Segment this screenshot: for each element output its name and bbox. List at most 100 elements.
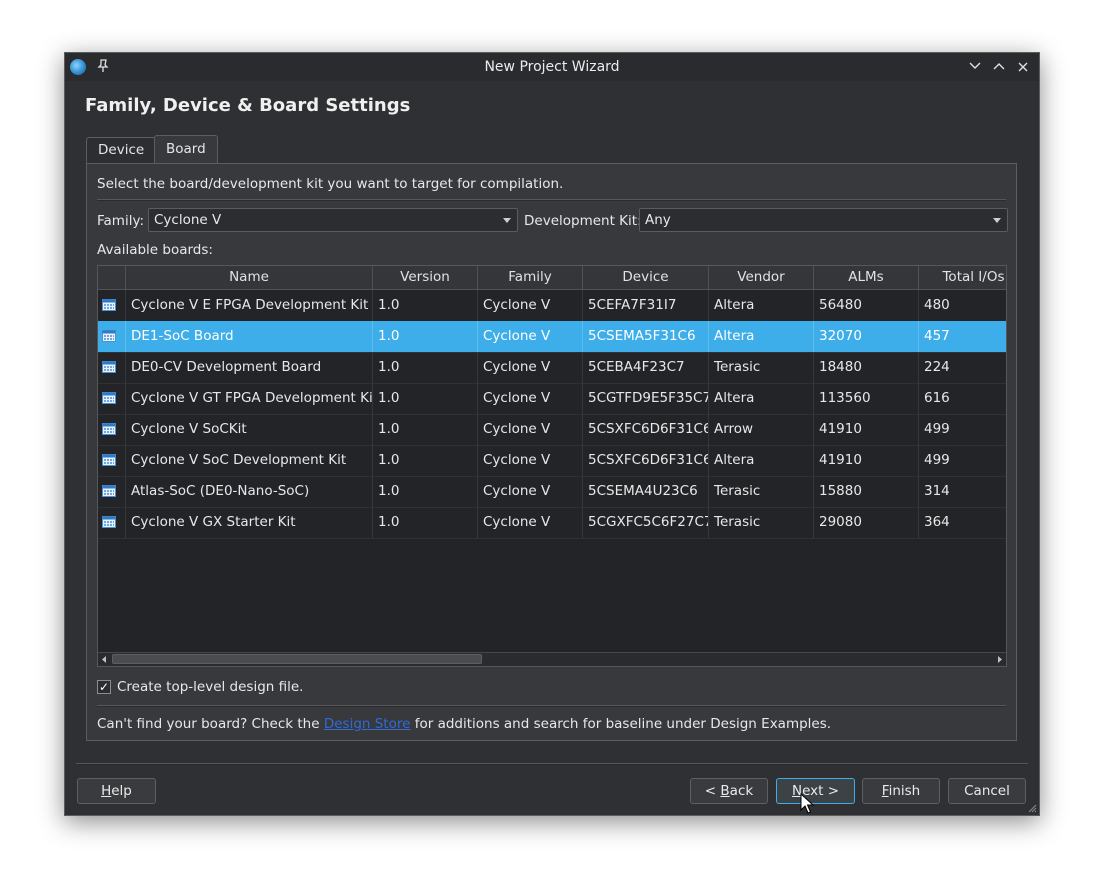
devkit-dropdown-value: Any [645,212,671,228]
page-title: Family, Device & Board Settings [85,95,411,116]
cell-family: Cyclone V [478,476,583,507]
board-help-prefix: Can't find your board? Check the [97,716,324,732]
cell-name: DE0-CV Development Board [126,352,373,383]
available-boards-label: Available boards: [97,242,213,258]
board-row-icon-cell [98,352,126,383]
tab-device[interactable]: Device [86,137,157,163]
board-row-icon [102,454,116,466]
table-header: Name Version Family Device Vendor ALMs T… [98,266,1006,290]
dropdown-arrow-icon [503,218,511,223]
cell-alms: 18480 [814,352,919,383]
scroll-left-icon[interactable] [98,653,111,666]
table-row[interactable]: Cyclone V GT FPGA Development Kit 1.0 Cycl… [98,383,1006,415]
cell-device: 5CEBA4F23C7 [583,352,709,383]
cell-family: Cyclone V [478,445,583,476]
board-row-icon [102,423,116,435]
cell-family: Cyclone V [478,352,583,383]
create-toplevel-label[interactable]: Create top-level design file. [117,679,303,695]
instruction-text: Select the board/development kit you wan… [97,176,564,192]
cell-family: Cyclone V [478,383,583,414]
cell-version: 1.0 [373,476,478,507]
cell-name: Cyclone V E FPGA Development Kit [126,290,373,321]
cell-vendor: Altera [709,383,814,414]
cell-total-ios: 224 [919,352,1006,383]
table-row[interactable]: Cyclone V E FPGA Development Kit 1.0 Cyclo… [98,290,1006,322]
cell-name: DE1-SoC Board [126,321,373,352]
board-row-icon-cell [98,321,126,352]
create-toplevel-checkbox[interactable]: ✓ [97,680,111,694]
cell-device: 5CSEMA4U23C6 [583,476,709,507]
cell-alms: 29080 [814,507,919,538]
board-row-icon-cell [98,507,126,538]
table-row[interactable]: DE0-CV Development Board 1.0 Cyclone V 5CEB… [98,352,1006,384]
finish-button-label: inish [888,783,921,799]
cell-name: Cyclone V GX Starter Kit [126,507,373,538]
maximize-icon[interactable] [989,57,1009,77]
design-store-link[interactable]: Design Store [324,716,411,732]
back-button[interactable]: < Back [690,778,768,804]
column-header-alms[interactable]: ALMs [814,266,919,289]
cell-vendor: Altera [709,290,814,321]
cell-family: Cyclone V [478,414,583,445]
table-row[interactable]: Atlas-SoC (DE0-Nano-SoC) 1.0 Cyclone V 5CSE… [98,476,1006,508]
back-button-label: ack [729,783,754,799]
icon-column-header[interactable] [98,266,126,289]
column-header-device[interactable]: Device [583,266,709,289]
cell-alms: 41910 [814,414,919,445]
mouse-cursor-icon [800,793,814,814]
cell-version: 1.0 [373,383,478,414]
board-row-icon-cell [98,383,126,414]
help-button[interactable]: Help [77,778,156,804]
board-row-icon-cell [98,290,126,321]
cell-family: Cyclone V [478,507,583,538]
boards-table[interactable]: Name Version Family Device Vendor ALMs T… [97,265,1007,667]
dropdown-arrow-icon [993,218,1001,223]
table-row[interactable]: DE1-SoC Board 1.0 Cyclone V 5CSEMA5F31C6 Alt… [98,321,1006,353]
cell-name: Cyclone V SoCKit [126,414,373,445]
cell-family: Cyclone V [478,321,583,352]
column-header-name[interactable]: Name [126,266,373,289]
finish-button[interactable]: Finish [862,778,940,804]
column-header-version[interactable]: Version [373,266,478,289]
cell-name: Cyclone V GT FPGA Development Kit [126,383,373,414]
resize-grip-icon[interactable] [1027,803,1037,813]
cell-total-ios: 499 [919,414,1006,445]
horizontal-scrollbar[interactable] [98,652,1006,666]
cancel-button[interactable]: Cancel [948,778,1026,804]
tab-board[interactable]: Board [154,135,218,164]
board-row-icon [102,485,116,497]
devkit-dropdown[interactable]: Any [639,208,1008,232]
family-dropdown[interactable]: Cyclone V [148,208,518,232]
devkit-label: Development Kit: [524,213,642,229]
board-row-icon-cell [98,414,126,445]
family-dropdown-value: Cyclone V [154,212,222,228]
minimize-icon[interactable] [965,57,985,77]
title-bar: New Project Wizard [65,53,1039,81]
next-button[interactable]: Next > [776,778,855,804]
column-header-vendor[interactable]: Vendor [709,266,814,289]
close-icon[interactable] [1013,57,1033,77]
scroll-right-icon[interactable] [993,653,1006,666]
board-row-icon [102,516,116,528]
board-row-icon [102,361,116,373]
table-row[interactable]: Cyclone V SoCKit 1.0 Cyclone V 5CSXFC6D6F31… [98,414,1006,446]
cell-total-ios: 499 [919,445,1006,476]
scrollbar-thumb[interactable] [112,654,482,664]
table-row[interactable]: Cyclone V SoC Development Kit 1.0 Cyclone … [98,445,1006,477]
cell-alms: 32070 [814,321,919,352]
cell-alms: 15880 [814,476,919,507]
column-header-family[interactable]: Family [478,266,583,289]
family-label: Family: [97,213,145,229]
column-header-total-ios[interactable]: Total I/Os [919,266,1006,289]
cell-vendor: Terasic [709,507,814,538]
board-help-text: Can't find your board? Check the Design … [97,716,831,732]
cell-total-ios: 364 [919,507,1006,538]
board-row-icon [102,330,116,342]
divider [97,199,1006,201]
cell-device: 5CSXFC6D6F31C6 [583,445,709,476]
board-panel: Select the board/development kit you wan… [86,163,1017,741]
cell-total-ios: 480 [919,290,1006,321]
cell-vendor: Altera [709,321,814,352]
cell-total-ios: 616 [919,383,1006,414]
table-row[interactable]: Cyclone V GX Starter Kit 1.0 Cyclone V 5CGX… [98,507,1006,539]
